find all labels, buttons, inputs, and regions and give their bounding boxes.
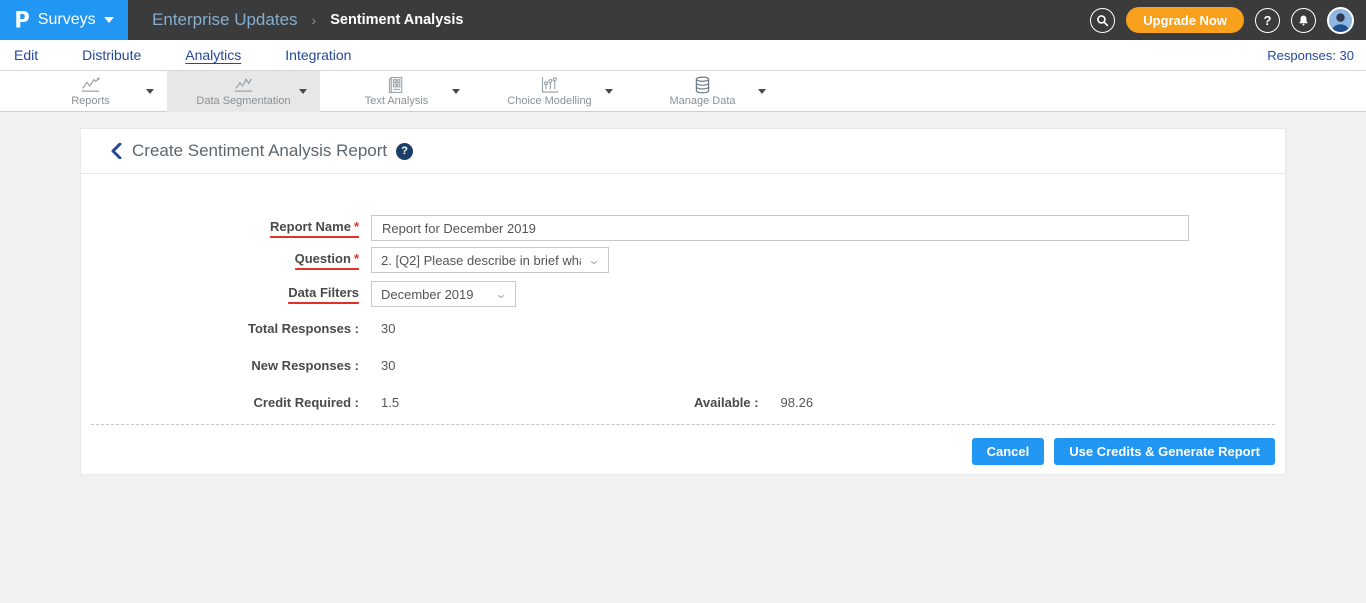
topbar-actions: Upgrade Now ? bbox=[1090, 0, 1354, 40]
divider bbox=[91, 424, 1275, 425]
data-filters-select[interactable]: December 2019 ⌄ bbox=[371, 281, 516, 307]
total-responses-label: Total Responses : bbox=[81, 321, 359, 336]
survey-nav: Edit Distribute Analytics Integration Re… bbox=[0, 40, 1366, 71]
sentiment-report-card: Create Sentiment Analysis Report ? Repor… bbox=[80, 128, 1286, 475]
total-responses-value: 30 bbox=[381, 321, 395, 336]
new-responses-label: New Responses : bbox=[81, 358, 359, 373]
new-responses-value: 30 bbox=[381, 358, 395, 373]
question-select[interactable]: 2. [Q2] Please describe in brief what ..… bbox=[371, 247, 609, 273]
line-chart-icon bbox=[80, 76, 101, 94]
nav-item-distribute[interactable]: Distribute bbox=[82, 47, 141, 63]
new-responses-row: New Responses : 30 bbox=[81, 358, 1285, 373]
chevron-down-icon[interactable] bbox=[146, 89, 154, 94]
title-help-button[interactable]: ? bbox=[396, 143, 413, 160]
help-icon: ? bbox=[401, 145, 408, 157]
report-name-row: Report Name* bbox=[81, 215, 1285, 241]
report-name-input[interactable] bbox=[371, 215, 1189, 241]
required-asterisk: * bbox=[354, 251, 359, 266]
chevron-down-icon: ⌄ bbox=[587, 253, 600, 267]
avatar[interactable] bbox=[1327, 7, 1354, 34]
breadcrumb-separator: › bbox=[312, 12, 317, 28]
surveys-product-menu[interactable]: P Surveys bbox=[0, 0, 128, 40]
tab-choice-modelling[interactable]: Choice Modelling bbox=[473, 71, 626, 112]
credit-required-label: Credit Required : bbox=[81, 395, 359, 410]
tab-manage-data[interactable]: Manage Data bbox=[626, 71, 779, 112]
required-asterisk: * bbox=[354, 219, 359, 234]
scatter-chart-icon bbox=[233, 76, 254, 94]
back-button[interactable] bbox=[109, 143, 123, 159]
tab-label: Text Analysis bbox=[365, 95, 429, 107]
chevron-down-icon: ⌄ bbox=[494, 287, 507, 301]
responses-count: Responses: 30 bbox=[1267, 48, 1354, 63]
report-name-label: Report Name* bbox=[81, 219, 359, 238]
newspaper-icon bbox=[386, 76, 407, 94]
topbar: P Surveys Enterprise Updates › Sentiment… bbox=[0, 0, 1366, 40]
tab-label: Reports bbox=[71, 95, 110, 107]
data-filters-row: Data Filters December 2019 ⌄ bbox=[81, 281, 1285, 307]
analytics-toolbar: Reports Data Segmentation Text Analysis … bbox=[0, 71, 1366, 112]
questionpro-logo-icon: P bbox=[14, 7, 29, 32]
chevron-down-icon[interactable] bbox=[299, 89, 307, 94]
form-actions: Cancel Use Credits & Generate Report bbox=[81, 438, 1285, 474]
tab-label: Manage Data bbox=[669, 95, 735, 107]
notifications-button[interactable] bbox=[1291, 8, 1316, 33]
help-icon: ? bbox=[1264, 13, 1272, 28]
nav-item-integration[interactable]: Integration bbox=[285, 47, 351, 63]
tab-label: Data Segmentation bbox=[196, 95, 290, 107]
data-filters-label: Data Filters bbox=[81, 285, 359, 304]
tab-data-segmentation[interactable]: Data Segmentation bbox=[167, 71, 320, 112]
total-responses-row: Total Responses : 30 bbox=[81, 321, 1285, 336]
data-filters-selected-value: December 2019 bbox=[381, 287, 474, 302]
nav-item-analytics[interactable]: Analytics bbox=[185, 47, 241, 63]
bell-icon bbox=[1297, 14, 1310, 27]
tab-reports[interactable]: Reports bbox=[14, 71, 167, 112]
responses-value: 30 bbox=[1340, 48, 1354, 63]
credit-required-row: Credit Required : 1.5 Available : 98.26 bbox=[81, 395, 1285, 410]
upgrade-now-button[interactable]: Upgrade Now bbox=[1126, 7, 1244, 33]
available-label: Available : bbox=[694, 395, 759, 410]
chevron-down-icon[interactable] bbox=[758, 89, 766, 94]
use-credits-generate-report-button[interactable]: Use Credits & Generate Report bbox=[1054, 438, 1275, 465]
question-selected-value: 2. [Q2] Please describe in brief what ..… bbox=[381, 253, 581, 268]
search-button[interactable] bbox=[1090, 8, 1115, 33]
card-header: Create Sentiment Analysis Report ? bbox=[81, 129, 1285, 174]
dot-chart-icon bbox=[539, 76, 560, 94]
tab-text-analysis[interactable]: Text Analysis bbox=[320, 71, 473, 112]
credit-required-value: 1.5 bbox=[381, 395, 694, 410]
tab-label: Choice Modelling bbox=[507, 95, 591, 107]
chevron-left-icon bbox=[109, 143, 123, 159]
question-row: Question* 2. [Q2] Please describe in bri… bbox=[81, 247, 1285, 273]
main-content: Create Sentiment Analysis Report ? Repor… bbox=[0, 128, 1366, 475]
page-title: Create Sentiment Analysis Report bbox=[132, 141, 387, 161]
help-button[interactable]: ? bbox=[1255, 8, 1280, 33]
avatar-person-icon bbox=[1329, 9, 1352, 32]
database-icon bbox=[692, 76, 713, 94]
breadcrumb-survey-name[interactable]: Enterprise Updates bbox=[152, 10, 298, 30]
chevron-down-icon bbox=[104, 17, 114, 23]
chevron-down-icon[interactable] bbox=[605, 89, 613, 94]
report-form: Report Name* Question* 2. [Q2] Please de… bbox=[81, 174, 1285, 474]
cancel-button[interactable]: Cancel bbox=[972, 438, 1045, 465]
available-value: 98.26 bbox=[781, 395, 814, 410]
search-icon bbox=[1096, 14, 1109, 27]
nav-item-edit[interactable]: Edit bbox=[14, 47, 38, 63]
responses-label: Responses: bbox=[1267, 48, 1336, 63]
question-label: Question* bbox=[81, 251, 359, 270]
product-name: Surveys bbox=[38, 11, 96, 29]
breadcrumb: Enterprise Updates › Sentiment Analysis bbox=[152, 10, 463, 30]
breadcrumb-current-page: Sentiment Analysis bbox=[330, 12, 463, 28]
chevron-down-icon[interactable] bbox=[452, 89, 460, 94]
